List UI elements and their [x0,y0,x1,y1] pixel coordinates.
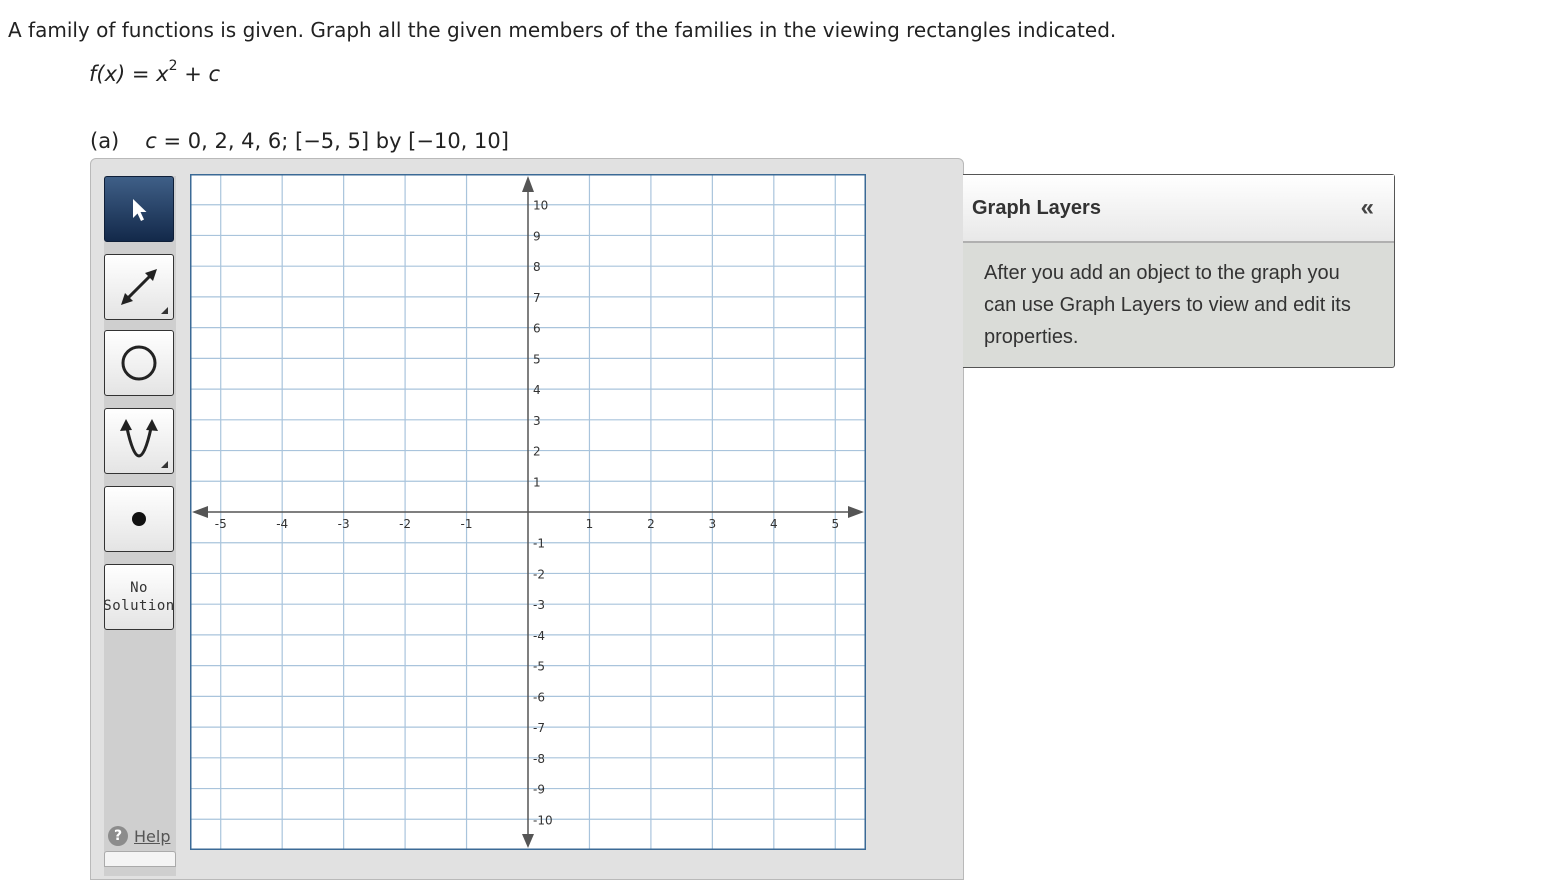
part-a-label: (a) [90,129,120,153]
y-tick-label: 10 [533,199,548,213]
select-tool-button[interactable] [104,176,174,242]
no-solution-label-line2: Solution [103,598,175,614]
help-control[interactable]: ? Help [108,826,170,846]
graph-layers-description: After you add an object to the graph you… [984,262,1351,348]
y-tick-label: -2 [533,567,545,581]
y-tick-label: -3 [533,598,545,612]
y-tick-label: -9 [533,783,545,797]
x-tick-label: -3 [338,517,350,531]
x-tick-label: 4 [770,517,778,531]
x-tick-label: 1 [586,517,594,531]
point-tool-button[interactable] [104,486,174,552]
y-tick-label: -1 [533,537,545,551]
y-tick-label: -5 [533,660,545,674]
x-tick-label: -1 [461,517,473,531]
function-base: x [156,62,169,86]
toolbar-bottom-button[interactable] [104,851,176,867]
circle-icon [121,345,157,381]
function-equals: = [125,62,157,86]
y-tick-label: 1 [533,475,541,489]
x-tick-label: -2 [399,517,411,531]
part-a-spec: = 0, 2, 4, 6; [−5, 5] by [−10, 10] [156,129,509,153]
double-arrow-line-icon [121,269,157,305]
help-link[interactable]: Help [134,827,170,846]
x-tick-label: 5 [831,517,839,531]
x-tick-label: -4 [276,517,288,531]
x-tick-label: -5 [215,517,227,531]
y-tick-label: 7 [533,291,541,305]
y-tick-label: 5 [533,352,541,366]
function-plus: + [177,62,209,86]
function-exponent: 2 [168,58,178,74]
tool-options-indicator [161,307,168,314]
line-tool-button[interactable] [104,254,174,320]
tool-options-indicator [161,461,168,468]
graph-layers-panel: Graph Layers « After you add an object t… [963,174,1395,368]
function-constant: c [208,62,221,86]
y-tick-label: 9 [533,229,541,243]
y-tick-label: 2 [533,445,541,459]
part-a-header: (a) c = 0, 2, 4, 6; [−5, 5] by [−10, 10] [90,129,509,153]
arrow-pointer-icon [133,199,147,221]
y-tick-label: 6 [533,322,541,336]
y-tick-label: -10 [533,813,553,827]
graph-canvas[interactable]: -5 -4 -3 -2 -1 1 2 3 4 5 10 9 8 7 6 5 4 3 2 1 -1 -2 -3 -4 -5 -6 -7… [190,174,866,850]
x-tick-label: 2 [647,517,655,531]
parabola-icon [120,419,158,458]
y-tick-label: -7 [533,721,545,735]
help-icon: ? [108,826,128,846]
no-solution-label-line1: No [130,580,148,596]
y-tick-label: 8 [533,260,541,274]
point-icon [132,512,146,526]
y-tick-label: -6 [533,690,545,704]
y-tick-label: 4 [533,383,541,397]
circle-tool-button[interactable] [104,330,174,396]
graph-layers-header: Graph Layers « [963,175,1394,243]
function-definition: f(x) = x2 + c [89,59,221,86]
no-solution-button[interactable]: No Solution [103,564,175,630]
question-prompt: A family of functions is given. Graph al… [8,18,1117,42]
x-tick-label: 3 [709,517,717,531]
parabola-tool-button[interactable] [104,408,174,474]
function-lhs: f(x) [89,62,126,86]
y-tick-label: 3 [533,414,541,428]
graph-layers-title: Graph Layers [972,196,1101,219]
y-tick-label: -4 [533,629,545,643]
y-tick-label: -8 [533,752,545,766]
part-a-c-variable: c [145,129,157,153]
collapse-icon[interactable]: « [1361,194,1374,222]
